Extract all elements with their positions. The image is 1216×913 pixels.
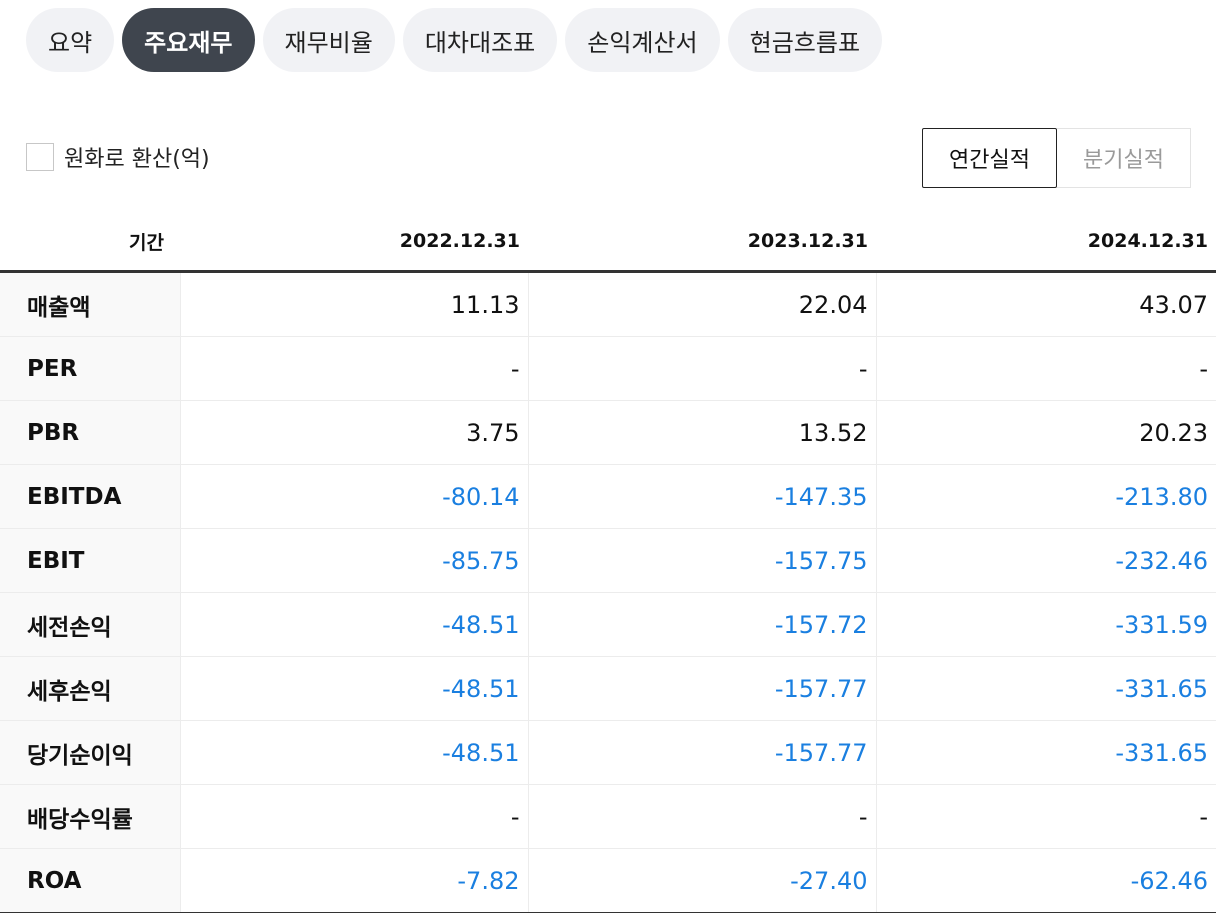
table-cell: -48.51 [179, 592, 528, 657]
table-cell: -147.35 [527, 464, 876, 529]
table-cell: -157.72 [527, 592, 876, 657]
table-cell: 11.13 [179, 271, 528, 337]
row-label: 배당수익률 [0, 784, 180, 849]
tab-balance-sheet[interactable]: 대차대조표 [402, 8, 558, 72]
row-label: 세전손익 [0, 592, 180, 657]
annual-results-button[interactable]: 연간실적 [922, 128, 1057, 188]
table-cell: -331.59 [875, 592, 1216, 657]
table-header-row: 기간 2022.12.31 2023.12.31 2024.12.31 [0, 212, 1216, 273]
table-row: EBITDA -80.14 -147.35 -213.80 [0, 464, 1216, 529]
table-cell: - [875, 336, 1216, 401]
table-cell: -157.77 [527, 656, 876, 721]
table-row: PBR 3.75 13.52 20.23 [0, 400, 1216, 465]
row-label: 세후손익 [0, 656, 180, 721]
table-cell: -331.65 [875, 656, 1216, 721]
table-cell: - [527, 336, 876, 401]
table-row: 세후손익 -48.51 -157.77 -331.65 [0, 656, 1216, 721]
row-label: EBIT [0, 528, 180, 593]
row-label: 당기순이익 [0, 720, 180, 785]
table-cell: 3.75 [179, 400, 528, 465]
krw-convert-option: 원화로 환산(억) [26, 141, 210, 173]
quarterly-results-button[interactable]: 분기실적 [1057, 128, 1191, 188]
tab-financial-ratios[interactable]: 재무비율 [262, 8, 395, 72]
table-row: 세전손익 -48.51 -157.72 -331.59 [0, 592, 1216, 657]
table-cell: -331.65 [875, 720, 1216, 785]
table-cell: 20.23 [875, 400, 1216, 465]
table-cell: 43.07 [875, 271, 1216, 337]
tab-bar: 요약 주요재무 재무비율 대차대조표 손익계산서 현금흐름표 [26, 8, 883, 72]
table-cell: -85.75 [179, 528, 528, 593]
table-cell: - [875, 784, 1216, 849]
krw-convert-label[interactable]: 원화로 환산(억) [64, 141, 210, 173]
krw-convert-checkbox[interactable] [26, 143, 54, 171]
table-row: ROA -7.82 -27.40 -62.46 [0, 848, 1216, 913]
table-cell: -232.46 [875, 528, 1216, 593]
row-label: ROA [0, 848, 180, 913]
period-column-header: 2024.12.31 [876, 212, 1216, 273]
table-cell: 13.52 [527, 400, 876, 465]
table-cell: -27.40 [527, 848, 876, 913]
row-label: 매출액 [0, 271, 180, 337]
tab-summary[interactable]: 요약 [26, 8, 115, 72]
period-column-header: 2023.12.31 [528, 212, 876, 273]
table-cell: - [179, 336, 528, 401]
row-label: PBR [0, 400, 180, 465]
tab-income-statement[interactable]: 손익계산서 [565, 8, 720, 72]
table-row: PER - - - [0, 336, 1216, 401]
table-cell: -80.14 [179, 464, 528, 529]
table-cell: -213.80 [875, 464, 1216, 529]
table-row: 매출액 11.13 22.04 43.07 [0, 271, 1216, 337]
table-row: 당기순이익 -48.51 -157.77 -331.65 [0, 720, 1216, 785]
table-cell: -7.82 [179, 848, 528, 913]
row-label: EBITDA [0, 464, 180, 529]
table-cell: -62.46 [875, 848, 1216, 913]
table-row: 배당수익률 - - - [0, 784, 1216, 849]
table-row: EBIT -85.75 -157.75 -232.46 [0, 528, 1216, 593]
table-cell: -157.75 [527, 528, 876, 593]
key-financials-table: 기간 2022.12.31 2023.12.31 2024.12.31 매출액 … [0, 212, 1216, 913]
row-label: PER [0, 336, 180, 401]
tab-cash-flow[interactable]: 현금흐름표 [727, 8, 883, 72]
period-toggle: 연간실적 분기실적 [922, 128, 1191, 188]
table-cell: -48.51 [179, 720, 528, 785]
period-header: 기간 [0, 212, 180, 273]
table-cell: -157.77 [527, 720, 876, 785]
period-column-header: 2022.12.31 [180, 212, 528, 273]
table-cell: 22.04 [527, 271, 876, 337]
table-cell: - [527, 784, 876, 849]
table-cell: -48.51 [179, 656, 528, 721]
tab-key-financials[interactable]: 주요재무 [122, 8, 255, 72]
table-cell: - [179, 784, 528, 849]
